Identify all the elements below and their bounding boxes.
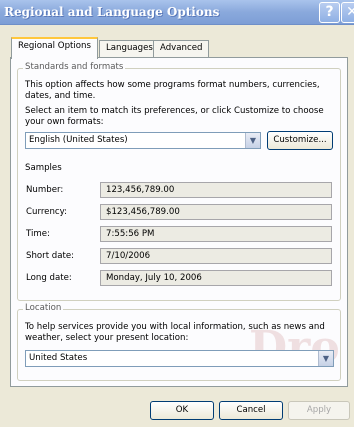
sample-label-number: Number: (26, 185, 64, 195)
tab-languages[interactable]: Languages (99, 40, 160, 58)
chevron-down-icon[interactable]: ▼ (245, 133, 260, 148)
samples-heading: Samples (25, 163, 62, 173)
chevron-down-icon[interactable]: ▼ (318, 351, 333, 366)
location-legend: Location (23, 303, 64, 313)
location-select[interactable]: United States ▼ (25, 350, 334, 367)
standards-instruction: Select an item to match its preferences,… (25, 106, 324, 127)
customize-button[interactable]: Customize... (267, 131, 333, 150)
sample-label-currency: Currency: (26, 207, 67, 217)
format-select[interactable]: English (United States) ▼ (25, 132, 261, 149)
format-select-value: English (United States) (29, 135, 128, 145)
tab-panel: Dro Standards and formats This option af… (10, 57, 348, 387)
location-select-value: United States (29, 353, 88, 363)
sample-value-short-date: 7/10/2006 (100, 248, 332, 264)
standards-legend: Standards and formats (23, 62, 126, 72)
location-group: Location To help services provide you wi… (17, 303, 341, 381)
sample-label-time: Time: (26, 229, 50, 239)
dialog-window: Regional and Language Options ? ✕ Region… (0, 0, 354, 427)
cancel-button[interactable]: Cancel (219, 401, 283, 420)
apply-button[interactable]: Apply (288, 401, 350, 420)
title-bar[interactable]: Regional and Language Options ? ✕ (0, 0, 354, 25)
sample-value-number: 123,456,789.00 (100, 182, 332, 198)
standards-formats-group: Standards and formats This option affect… (17, 62, 341, 301)
location-description: To help services provide you with local … (25, 322, 325, 343)
standards-description: This option affects how some programs fo… (25, 80, 320, 101)
ok-button[interactable]: OK (150, 401, 214, 420)
sample-value-long-date: Monday, July 10, 2006 (100, 270, 332, 286)
sample-label-long-date: Long date: (26, 273, 72, 283)
help-button[interactable]: ? (319, 2, 340, 23)
window-title: Regional and Language Options (4, 5, 220, 19)
sample-value-currency: $123,456,789.00 (100, 204, 332, 220)
sample-label-short-date: Short date: (26, 251, 75, 261)
sample-value-time: 7:55:56 PM (100, 226, 332, 242)
tab-regional-options[interactable]: Regional Options (11, 37, 98, 59)
close-button[interactable]: ✕ (341, 2, 354, 23)
tab-advanced[interactable]: Advanced (153, 40, 210, 58)
